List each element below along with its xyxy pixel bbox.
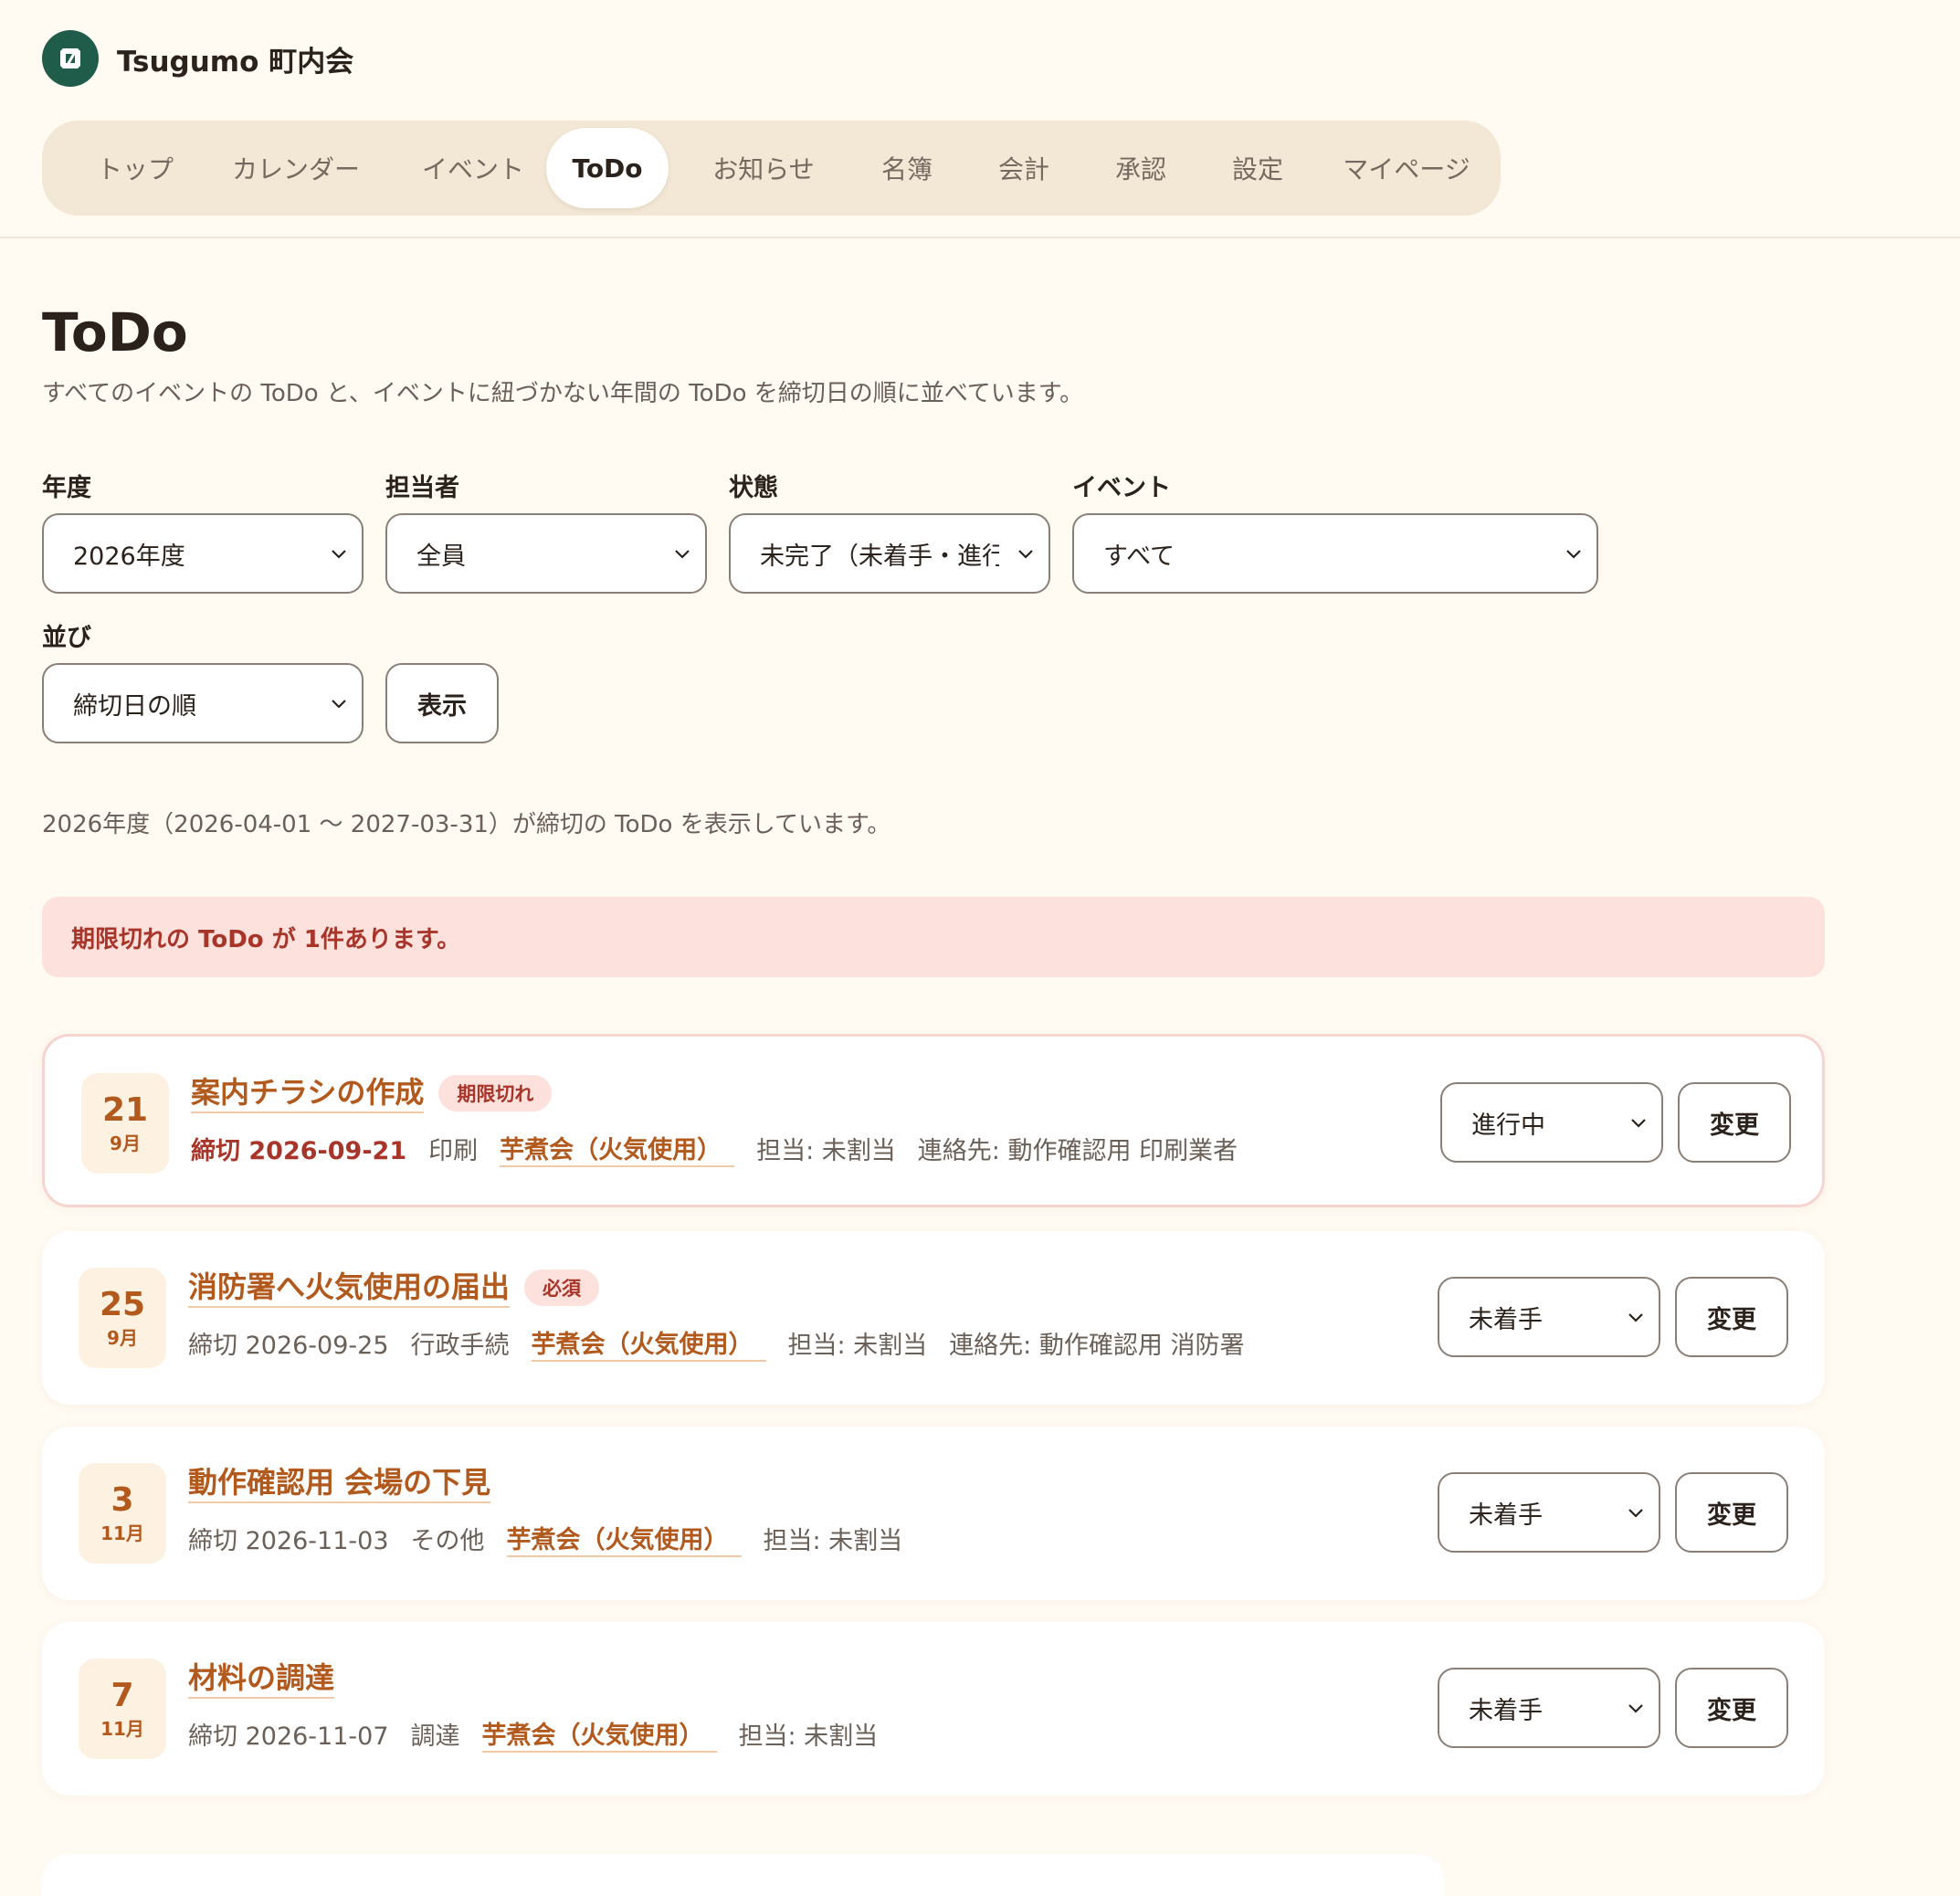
todo-due: 締切 2026-11-07 <box>188 1722 389 1751</box>
due-date-box: 21 9月 <box>81 1073 169 1174</box>
nav-item-todo[interactable]: ToDo <box>546 128 669 208</box>
chevron-down-icon <box>1628 1704 1643 1713</box>
change-status-button[interactable]: 変更 <box>1675 1277 1788 1357</box>
sort-select-value: 締切日の順 <box>73 691 196 721</box>
nav-item-top[interactable]: トップ <box>79 128 192 208</box>
overdue-badge: 期限切れ <box>438 1075 553 1111</box>
nav-item-notices[interactable]: お知らせ <box>690 128 837 208</box>
todo-category: その他 <box>410 1526 485 1555</box>
chevron-down-icon <box>332 700 346 709</box>
todo-event-link[interactable]: 芋煮会（火気使用） <box>500 1130 735 1167</box>
todo-category: 調達 <box>410 1722 460 1751</box>
status-filter-label: 状態 <box>729 474 778 502</box>
todo-category: 印刷 <box>428 1136 479 1165</box>
todo-card: 21 9月 案内チラシの作成 期限切れ 締切 2026-09-21 印刷 芋煮会… <box>42 1034 1825 1207</box>
chevron-down-icon <box>1631 1119 1646 1128</box>
event-filter-label: イベント <box>1072 474 1171 502</box>
todo-status-value: 未着手 <box>1469 1305 1543 1334</box>
nav-item-mypage[interactable]: マイページ <box>1324 128 1489 208</box>
todo-title-link[interactable]: 動作確認用 会場の下見 <box>188 1463 491 1503</box>
todo-status-value: 未着手 <box>1469 1501 1543 1530</box>
main-nav: トップ カレンダー イベント ToDo お知らせ 名簿 会計 承認 設定 マイペ… <box>42 121 1501 216</box>
event-select[interactable]: すべて <box>1072 513 1598 594</box>
todo-status-value: 進行中 <box>1471 1111 1545 1140</box>
next-section-card <box>42 1854 1445 1896</box>
chevron-down-icon <box>1628 1509 1643 1518</box>
due-month: 9月 <box>107 1327 138 1349</box>
due-date-box: 7 11月 <box>79 1659 166 1759</box>
chevron-down-icon <box>332 550 346 559</box>
show-button[interactable]: 表示 <box>385 663 499 743</box>
todo-due: 締切 2026-11-03 <box>188 1526 389 1555</box>
year-select-value: 2026年度 <box>73 542 185 571</box>
nav-item-accounting[interactable]: 会計 <box>972 128 1076 208</box>
nav-item-roster[interactable]: 名簿 <box>855 128 959 208</box>
due-date-box: 25 9月 <box>79 1268 166 1368</box>
due-month: 9月 <box>110 1132 141 1154</box>
change-status-button[interactable]: 変更 <box>1675 1668 1788 1748</box>
due-day: 21 <box>101 1091 149 1129</box>
todo-category: 行政手続 <box>410 1331 510 1360</box>
required-badge: 必須 <box>524 1269 600 1306</box>
change-status-button[interactable]: 変更 <box>1675 1472 1788 1553</box>
chevron-down-icon <box>675 550 690 559</box>
overdue-alert: 期限切れの ToDo が 1件あります。 <box>42 897 1825 977</box>
todo-status-value: 未着手 <box>1469 1696 1543 1725</box>
nav-item-approval[interactable]: 承認 <box>1089 128 1193 208</box>
todo-assignee: 担当: 未割当 <box>763 1526 903 1555</box>
status-select-value: 未完了（未着手・進行中） <box>760 542 999 571</box>
event-select-value: すべて <box>1103 542 1175 571</box>
change-status-button[interactable]: 変更 <box>1678 1082 1791 1163</box>
status-select[interactable]: 未完了（未着手・進行中） <box>729 513 1050 594</box>
todo-contact: 連絡先: 動作確認用 消防署 <box>949 1331 1245 1360</box>
todo-due: 締切 2026-09-25 <box>188 1331 389 1360</box>
todo-status-select[interactable]: 未着手 <box>1438 1277 1660 1357</box>
todo-status-select[interactable]: 未着手 <box>1438 1472 1660 1553</box>
due-date-box: 3 11月 <box>79 1463 166 1564</box>
page-title: ToDo <box>42 301 188 363</box>
app-header: Tsugumo 町内会 トップ カレンダー イベント ToDo お知らせ 名簿 … <box>0 0 1960 238</box>
logo-icon <box>42 30 99 87</box>
nav-item-events[interactable]: イベント <box>400 128 546 208</box>
due-day: 25 <box>99 1286 146 1323</box>
todo-status-select[interactable]: 進行中 <box>1440 1082 1663 1163</box>
todo-assignee: 担当: 未割当 <box>787 1331 928 1360</box>
todo-assignee: 担当: 未割当 <box>756 1136 896 1165</box>
todo-title-link[interactable]: 案内チラシの作成 <box>191 1073 425 1113</box>
todo-card: 25 9月 消防署へ火気使用の届出 必須 締切 2026-09-25 行政手続 … <box>42 1231 1825 1405</box>
sort-select[interactable]: 締切日の順 <box>42 663 364 743</box>
todo-title-link[interactable]: 材料の調達 <box>188 1659 335 1699</box>
assignee-filter-label: 担当者 <box>385 474 459 502</box>
todo-status-select[interactable]: 未着手 <box>1438 1668 1660 1748</box>
range-note: 2026年度（2026-04-01 〜 2027-03-31）が締切の ToDo… <box>42 811 891 838</box>
year-select[interactable]: 2026年度 <box>42 513 364 594</box>
year-filter-label: 年度 <box>42 474 91 502</box>
due-day: 7 <box>111 1677 134 1714</box>
chevron-down-icon <box>1628 1313 1643 1322</box>
todo-card: 3 11月 動作確認用 会場の下見 締切 2026-11-03 その他 芋煮会（… <box>42 1427 1825 1600</box>
todo-contact: 連絡先: 動作確認用 印刷業者 <box>917 1136 1238 1165</box>
sort-filter-label: 並び <box>42 624 91 652</box>
todo-due: 締切 2026-09-21 <box>191 1136 407 1165</box>
brand[interactable]: Tsugumo 町内会 <box>42 30 353 87</box>
due-month: 11月 <box>100 1718 144 1740</box>
due-day: 3 <box>111 1481 134 1519</box>
due-month: 11月 <box>100 1522 144 1544</box>
chevron-down-icon <box>1018 550 1033 559</box>
todo-event-link[interactable]: 芋煮会（火気使用） <box>481 1715 717 1753</box>
nav-item-settings[interactable]: 設定 <box>1206 128 1310 208</box>
chevron-down-icon <box>1566 550 1581 559</box>
todo-title-link[interactable]: 消防署へ火気使用の届出 <box>188 1268 511 1308</box>
todo-card: 7 11月 材料の調達 締切 2026-11-07 調達 芋煮会（火気使用） 担… <box>42 1622 1825 1796</box>
nav-item-calendar[interactable]: カレンダー <box>214 128 378 208</box>
app-name: Tsugumo 町内会 <box>117 45 354 79</box>
page-description: すべてのイベントの ToDo と、イベントに紐づかない年間の ToDo を締切日… <box>42 380 1084 407</box>
assignee-select[interactable]: 全員 <box>385 513 707 594</box>
assignee-select-value: 全員 <box>416 542 466 571</box>
todo-event-link[interactable]: 芋煮会（火気使用） <box>506 1520 742 1557</box>
todo-assignee: 担当: 未割当 <box>738 1722 879 1751</box>
todo-event-link[interactable]: 芋煮会（火気使用） <box>531 1324 766 1362</box>
